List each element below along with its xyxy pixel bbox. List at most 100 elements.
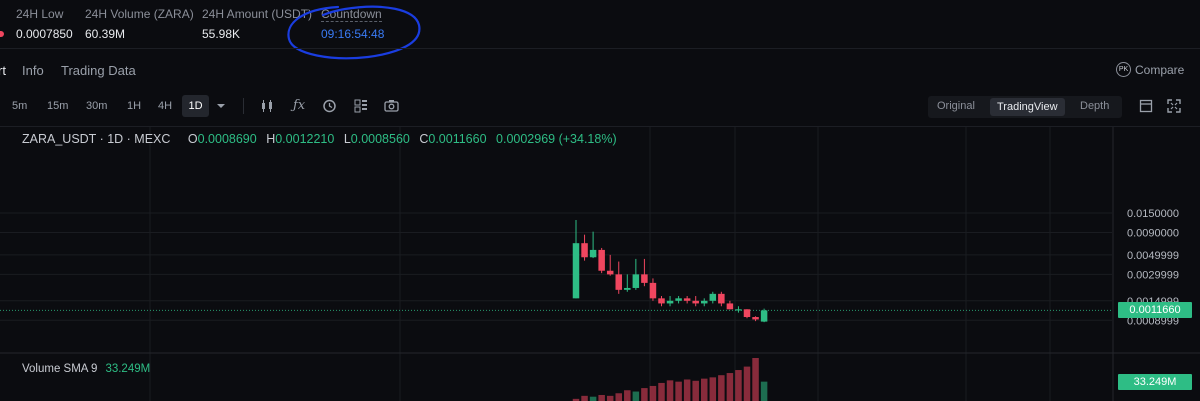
volume-bar (598, 394, 605, 401)
candle-body (752, 317, 759, 320)
price-tick-label: 0.0150000 (1127, 208, 1179, 220)
candle-body (675, 298, 682, 301)
timeframe-30m[interactable]: 30m (86, 100, 107, 112)
candle-body (632, 274, 640, 288)
tab-chart[interactable]: rt (0, 63, 6, 78)
timeframe-1d-active[interactable]: 1D (182, 95, 209, 117)
tab-info[interactable]: Info (22, 63, 44, 78)
volume-bar (718, 375, 725, 401)
volume-bar (581, 395, 588, 401)
price-tick-label: 0.0029999 (1127, 269, 1179, 281)
hand-drawn-circle-annotation (287, 5, 421, 60)
volume-bar (743, 366, 751, 401)
timeframe-5m[interactable]: 5m (12, 100, 27, 112)
fullscreen-icon[interactable] (1167, 99, 1181, 113)
view-original[interactable]: Original (937, 100, 975, 112)
candle-body (743, 309, 751, 318)
volume-bars (572, 358, 768, 401)
high-value: 0.0012210 (275, 132, 335, 146)
volume-bar (649, 385, 657, 401)
price-tick-label: 0.0090000 (1127, 227, 1179, 239)
chart-view-toggle: Original TradingView Depth (928, 96, 1122, 118)
candle-body (666, 300, 674, 304)
candle-body (760, 310, 768, 322)
stat-volume-value: 60.39M (85, 27, 126, 41)
change-indicator (0, 31, 4, 37)
volume-indicator-label: Volume SMA 9 (22, 363, 98, 375)
compare-label: Compare (1135, 62, 1185, 77)
ohlc-legend: ZARA_USDT · 1D · MEXC O0.0008690 H0.0012… (22, 132, 623, 146)
candle-body (572, 243, 580, 299)
timeframe-15m[interactable]: 15m (47, 100, 68, 112)
volume-bar (615, 393, 622, 401)
candle-body (701, 300, 708, 304)
volume-bar (658, 382, 665, 401)
candle-body (606, 270, 614, 275)
toolbar-separator (243, 98, 244, 114)
close-value: 0.0011660 (428, 132, 487, 146)
alert-clock-icon[interactable] (322, 99, 337, 113)
candlesticks (572, 219, 768, 323)
open-value: 0.0008690 (197, 132, 257, 146)
candle-body (735, 309, 742, 311)
change-value: 0.0002969 (+34.18%) (496, 132, 617, 146)
candle-body (624, 287, 631, 290)
candlestick-type-icon[interactable] (260, 99, 274, 113)
compare-button[interactable]: PK Compare (1116, 62, 1184, 77)
candle-body (718, 293, 725, 304)
price-chart[interactable]: 0.0150000 0.0090000 0.0049999 0.0029999 0.00… (0, 127, 1200, 401)
volume-indicator-value: 33.249M (105, 363, 151, 375)
divider (0, 48, 1200, 49)
candle-body (581, 243, 588, 258)
volume-bar (735, 370, 742, 401)
candle-body (641, 274, 648, 283)
candle-body (589, 249, 597, 258)
candle-body (726, 303, 734, 310)
volume-bar (701, 378, 708, 401)
volume-bar (683, 379, 691, 401)
volume-bar (624, 390, 631, 401)
open-key: O (187, 132, 198, 146)
candle-body (709, 293, 717, 301)
view-tradingview-active[interactable]: TradingView (990, 98, 1065, 116)
low-key: L (343, 132, 351, 146)
chevron-down-icon[interactable] (216, 102, 226, 110)
stat-low-value: 0.0007850 (16, 27, 73, 41)
candle-body (615, 274, 622, 290)
stat-volume-label: 24H Volume (ZARA) (85, 7, 194, 21)
volume-bar (606, 395, 614, 401)
volume-bar (675, 381, 682, 401)
candle-body (649, 282, 657, 299)
settings-panel-icon[interactable] (1139, 99, 1153, 113)
timeframe-1h[interactable]: 1H (127, 100, 141, 112)
tab-trading-data[interactable]: Trading Data (61, 63, 136, 78)
volume-bar (632, 391, 640, 401)
candle-body (598, 249, 605, 271)
volume-bar (666, 380, 674, 401)
indicators-fx-icon[interactable]: ƒx (293, 98, 305, 113)
layout-grid-icon[interactable] (354, 99, 368, 113)
low-value: 0.0008560 (350, 132, 410, 146)
symbol-title[interactable]: ZARA_USDT · 1D · MEXC (22, 132, 170, 146)
volume-bar (641, 388, 648, 401)
volume-bar (692, 380, 699, 401)
volume-bar (760, 381, 768, 401)
candle-body (683, 298, 691, 301)
candle-body (658, 298, 665, 304)
timeframe-4h[interactable]: 4H (158, 100, 172, 112)
market-stats-bar: 24H Low 0.0007850 24H Volume (ZARA) 60.3… (0, 0, 1200, 48)
volume-badge: 33.249M (1118, 374, 1192, 390)
last-price-badge: 0.0011660 (1118, 302, 1192, 319)
camera-icon[interactable] (384, 99, 399, 113)
price-tick-label: 0.0049999 (1127, 250, 1179, 262)
view-depth[interactable]: Depth (1080, 100, 1109, 112)
volume-bar (726, 373, 734, 401)
candle-body (692, 300, 699, 304)
volume-bar (752, 358, 759, 401)
stat-low-label: 24H Low (16, 7, 64, 21)
stat-amount-value: 55.98K (202, 27, 241, 41)
volume-bar (589, 396, 597, 401)
compare-icon: PK (1116, 62, 1131, 77)
volume-indicator-legend: Volume SMA 9 33.249M (22, 363, 150, 375)
high-key: H (266, 132, 276, 146)
